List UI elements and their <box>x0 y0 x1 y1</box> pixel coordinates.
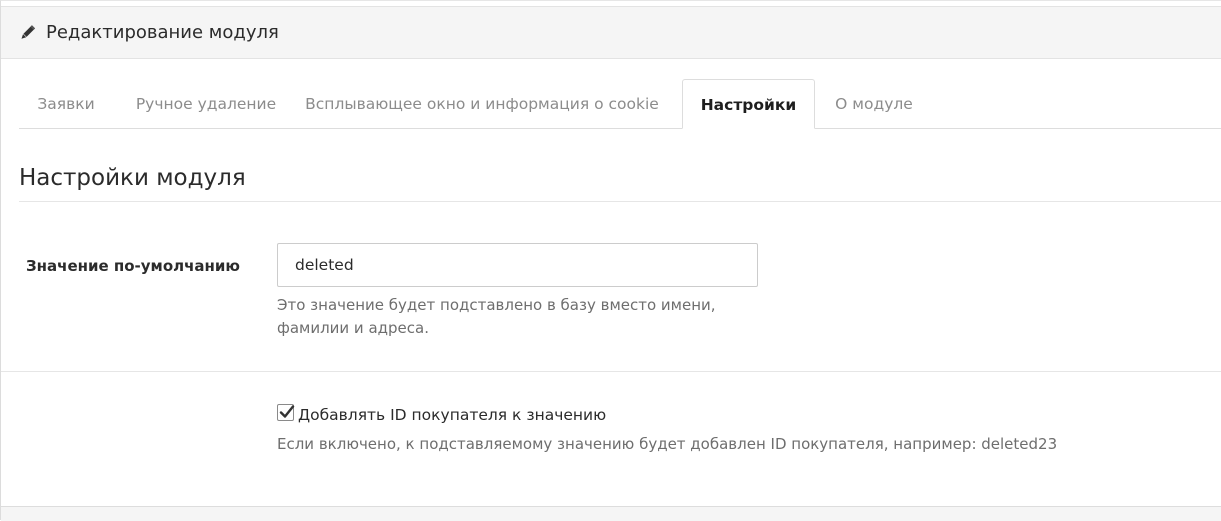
checkmark-icon <box>279 405 295 418</box>
default-value-input[interactable] <box>277 243 758 287</box>
default-value-help: Это значение будет подставлено в базу вм… <box>277 296 716 337</box>
tab-settings[interactable]: Настройки <box>682 79 815 129</box>
append-id-label[interactable]: Добавлять ID покупателя к значению <box>298 405 606 425</box>
module-edit-panel: Редактирование модуля Заявки Ручное удал… <box>0 0 1221 521</box>
section-divider <box>19 201 1221 202</box>
default-value-label: Значение по-умолчанию <box>26 257 240 275</box>
append-id-checkbox[interactable] <box>277 404 295 421</box>
tab-popup-cookie[interactable]: Всплывающее окно и информация о cookie <box>301 79 663 129</box>
append-id-help: Если включено, к подставляемому значению… <box>277 435 1058 453</box>
section-title: Настройки модуля <box>19 165 246 191</box>
tab-requests[interactable]: Заявки <box>19 79 113 129</box>
tab-manual-delete[interactable]: Ручное удаление <box>121 79 291 129</box>
panel-footer <box>1 506 1221 521</box>
tab-bar: Заявки Ручное удаление Всплывающее окно … <box>19 79 1221 129</box>
tab-about[interactable]: О модуле <box>825 79 923 129</box>
page-title: Редактирование модуля <box>46 22 279 43</box>
form-row-divider <box>1 371 1221 372</box>
panel-heading: Редактирование модуля <box>1 6 1221 59</box>
pencil-icon <box>18 24 36 42</box>
